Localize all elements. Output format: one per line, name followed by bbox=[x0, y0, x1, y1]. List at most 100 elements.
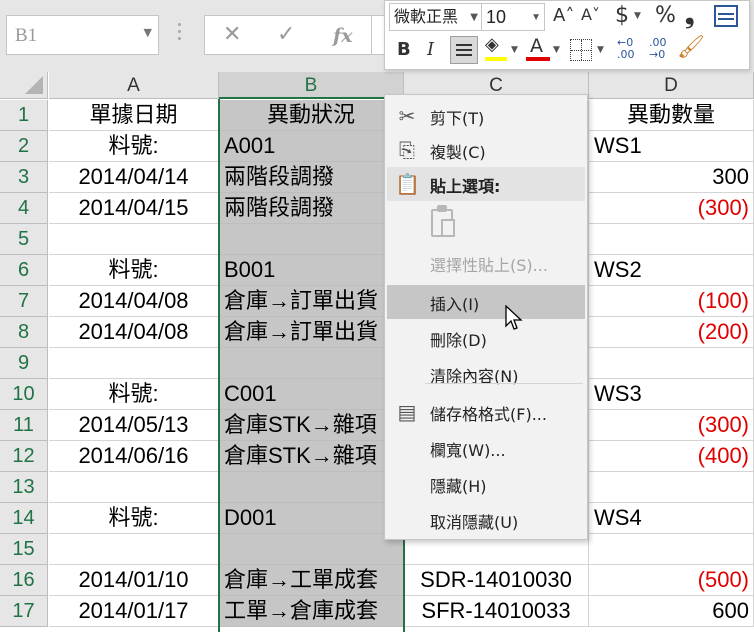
row-header-11[interactable]: 11 bbox=[0, 410, 48, 441]
row-header-3[interactable]: 3 bbox=[0, 162, 48, 193]
cell-a16[interactable]: 2014/01/10 bbox=[49, 565, 219, 596]
menu-item-paste-special[interactable]: 選擇性貼上(S)... bbox=[387, 246, 585, 280]
cell-a17[interactable]: 2014/01/17 bbox=[49, 596, 219, 627]
cell-d2[interactable]: WS1 bbox=[589, 131, 754, 162]
row-header-10[interactable]: 10 bbox=[0, 379, 48, 410]
cell-a15[interactable] bbox=[49, 534, 219, 565]
fill-color-icon[interactable]: ◈ bbox=[485, 34, 499, 55]
increase-decimal-icon[interactable]: ←0 .00 bbox=[617, 37, 643, 61]
row-header-2[interactable]: 2 bbox=[0, 131, 48, 162]
row-header-7[interactable]: 7 bbox=[0, 286, 48, 317]
column-header-a[interactable]: A bbox=[49, 72, 219, 99]
row-header-8[interactable]: 8 bbox=[0, 317, 48, 348]
cell-d8[interactable]: (200) bbox=[589, 317, 754, 348]
cell-d13[interactable] bbox=[589, 472, 754, 503]
row-header-4[interactable]: 4 bbox=[0, 193, 48, 224]
select-all-button[interactable] bbox=[0, 72, 48, 99]
cell-a12[interactable]: 2014/06/16 bbox=[49, 441, 219, 472]
column-header-b[interactable]: B bbox=[219, 72, 404, 99]
cell-b3[interactable]: 兩階段調撥 bbox=[219, 162, 404, 193]
cell-d10[interactable]: WS3 bbox=[589, 379, 754, 410]
menu-item-copy[interactable]: ⎘ 複製(C) bbox=[387, 133, 585, 167]
cell-d16[interactable]: (500) bbox=[589, 565, 754, 596]
font-color-icon[interactable]: A bbox=[530, 35, 543, 57]
cell-a7[interactable]: 2014/04/08 bbox=[49, 286, 219, 317]
paste-clipboard-icon[interactable] bbox=[429, 205, 459, 239]
name-box-dropdown-icon[interactable]: ▼ bbox=[144, 26, 152, 39]
bold-button[interactable]: B bbox=[397, 39, 411, 60]
row-header-17[interactable]: 17 bbox=[0, 596, 48, 627]
row-header-13[interactable]: 13 bbox=[0, 472, 48, 503]
cancel-entry-icon[interactable]: ✕ bbox=[223, 22, 241, 47]
cell-a11[interactable]: 2014/05/13 bbox=[49, 410, 219, 441]
shrink-font-icon[interactable]: A˅ bbox=[581, 5, 600, 24]
cell-b11[interactable]: 倉庫STK→雜項 bbox=[219, 410, 404, 441]
cell-d7[interactable]: (100) bbox=[589, 286, 754, 317]
column-header-d[interactable]: D bbox=[589, 72, 754, 99]
cell-b7[interactable]: 倉庫→訂單出貨 bbox=[219, 286, 404, 317]
font-size-box[interactable]: 10 ▼ bbox=[481, 3, 545, 31]
grow-font-icon[interactable]: A˄ bbox=[553, 5, 574, 26]
cell-b13[interactable] bbox=[219, 472, 404, 503]
row-header-14[interactable]: 14 bbox=[0, 503, 48, 534]
row-header-12[interactable]: 12 bbox=[0, 441, 48, 472]
menu-item-format-cells[interactable]: ▤ 儲存格格式(F)... bbox=[387, 395, 585, 429]
cell-a3[interactable]: 2014/04/14 bbox=[49, 162, 219, 193]
merge-center-icon[interactable] bbox=[714, 5, 738, 27]
row-header-16[interactable]: 16 bbox=[0, 565, 48, 596]
cell-d4[interactable]: (300) bbox=[589, 193, 754, 224]
row-header-15[interactable]: 15 bbox=[0, 534, 48, 565]
cell-a1[interactable]: 單據日期 bbox=[49, 100, 219, 131]
row-header-9[interactable]: 9 bbox=[0, 348, 48, 379]
cell-d3[interactable]: 300 bbox=[589, 162, 754, 193]
cell-c16[interactable]: SDR-14010030 bbox=[404, 565, 589, 596]
menu-item-insert[interactable]: 插入(I) bbox=[387, 285, 585, 319]
cell-a14[interactable]: 料號: bbox=[49, 503, 219, 534]
cell-a8[interactable]: 2014/04/08 bbox=[49, 317, 219, 348]
row-header-5[interactable]: 5 bbox=[0, 224, 48, 255]
font-color-dropdown-icon[interactable]: ▼ bbox=[553, 45, 560, 55]
cell-a10[interactable]: 料號: bbox=[49, 379, 219, 410]
cell-a4[interactable]: 2014/04/15 bbox=[49, 193, 219, 224]
cell-b10[interactable]: C001 bbox=[219, 379, 404, 410]
menu-item-hide[interactable]: 隱藏(H) bbox=[387, 467, 585, 501]
cell-b14[interactable]: D001 bbox=[219, 503, 404, 534]
currency-format-icon[interactable]: $ bbox=[615, 3, 629, 28]
comma-style-icon[interactable]: ❟ bbox=[685, 1, 694, 29]
cell-b16[interactable]: 倉庫→工單成套 bbox=[219, 565, 404, 596]
center-align-button[interactable] bbox=[450, 36, 478, 64]
menu-item-column-width[interactable]: 欄寬(W)... bbox=[387, 431, 585, 465]
cell-b12[interactable]: 倉庫STK→雜項 bbox=[219, 441, 404, 472]
fill-color-dropdown-icon[interactable]: ▼ bbox=[511, 45, 518, 55]
row-header-1[interactable]: 1 bbox=[0, 100, 48, 131]
name-box[interactable]: B1 ▼ bbox=[6, 15, 159, 55]
cell-c17[interactable]: SFR-14010033 bbox=[404, 596, 589, 627]
formula-bar-grip-icon[interactable] bbox=[178, 23, 181, 45]
cell-b4[interactable]: 兩階段調撥 bbox=[219, 193, 404, 224]
cell-d17[interactable]: 600 bbox=[589, 596, 754, 627]
cell-d12[interactable]: (400) bbox=[589, 441, 754, 472]
cell-b15[interactable] bbox=[219, 534, 404, 565]
cell-b9[interactable] bbox=[219, 348, 404, 379]
format-painter-icon[interactable]: 🖌 bbox=[677, 35, 705, 60]
cell-a9[interactable] bbox=[49, 348, 219, 379]
cell-d14[interactable]: WS4 bbox=[589, 503, 754, 534]
menu-item-unhide[interactable]: 取消隱藏(U) bbox=[387, 503, 585, 537]
italic-button[interactable]: I bbox=[427, 39, 434, 60]
cell-a5[interactable] bbox=[49, 224, 219, 255]
font-size-dropdown-icon[interactable]: ▼ bbox=[531, 5, 541, 31]
row-header-6[interactable]: 6 bbox=[0, 255, 48, 286]
insert-function-icon[interactable]: fx bbox=[333, 25, 353, 47]
cell-a6[interactable]: 料號: bbox=[49, 255, 219, 286]
cell-d1[interactable]: 異動數量 bbox=[589, 100, 754, 131]
cell-d15[interactable] bbox=[589, 534, 754, 565]
cell-b8[interactable]: 倉庫→訂單出貨 bbox=[219, 317, 404, 348]
cell-b6[interactable]: B001 bbox=[219, 255, 404, 286]
menu-item-cut[interactable]: ✂ 剪下(T) bbox=[387, 99, 585, 133]
menu-item-delete[interactable]: 刪除(D) bbox=[387, 321, 585, 355]
cell-d5[interactable] bbox=[589, 224, 754, 255]
decrease-decimal-icon[interactable]: .00 →0 bbox=[649, 37, 675, 61]
cell-a2[interactable]: 料號: bbox=[49, 131, 219, 162]
menu-item-clear-contents[interactable]: 清除內容(N) bbox=[387, 357, 585, 391]
cell-b1[interactable]: 異動狀況 bbox=[219, 100, 404, 131]
